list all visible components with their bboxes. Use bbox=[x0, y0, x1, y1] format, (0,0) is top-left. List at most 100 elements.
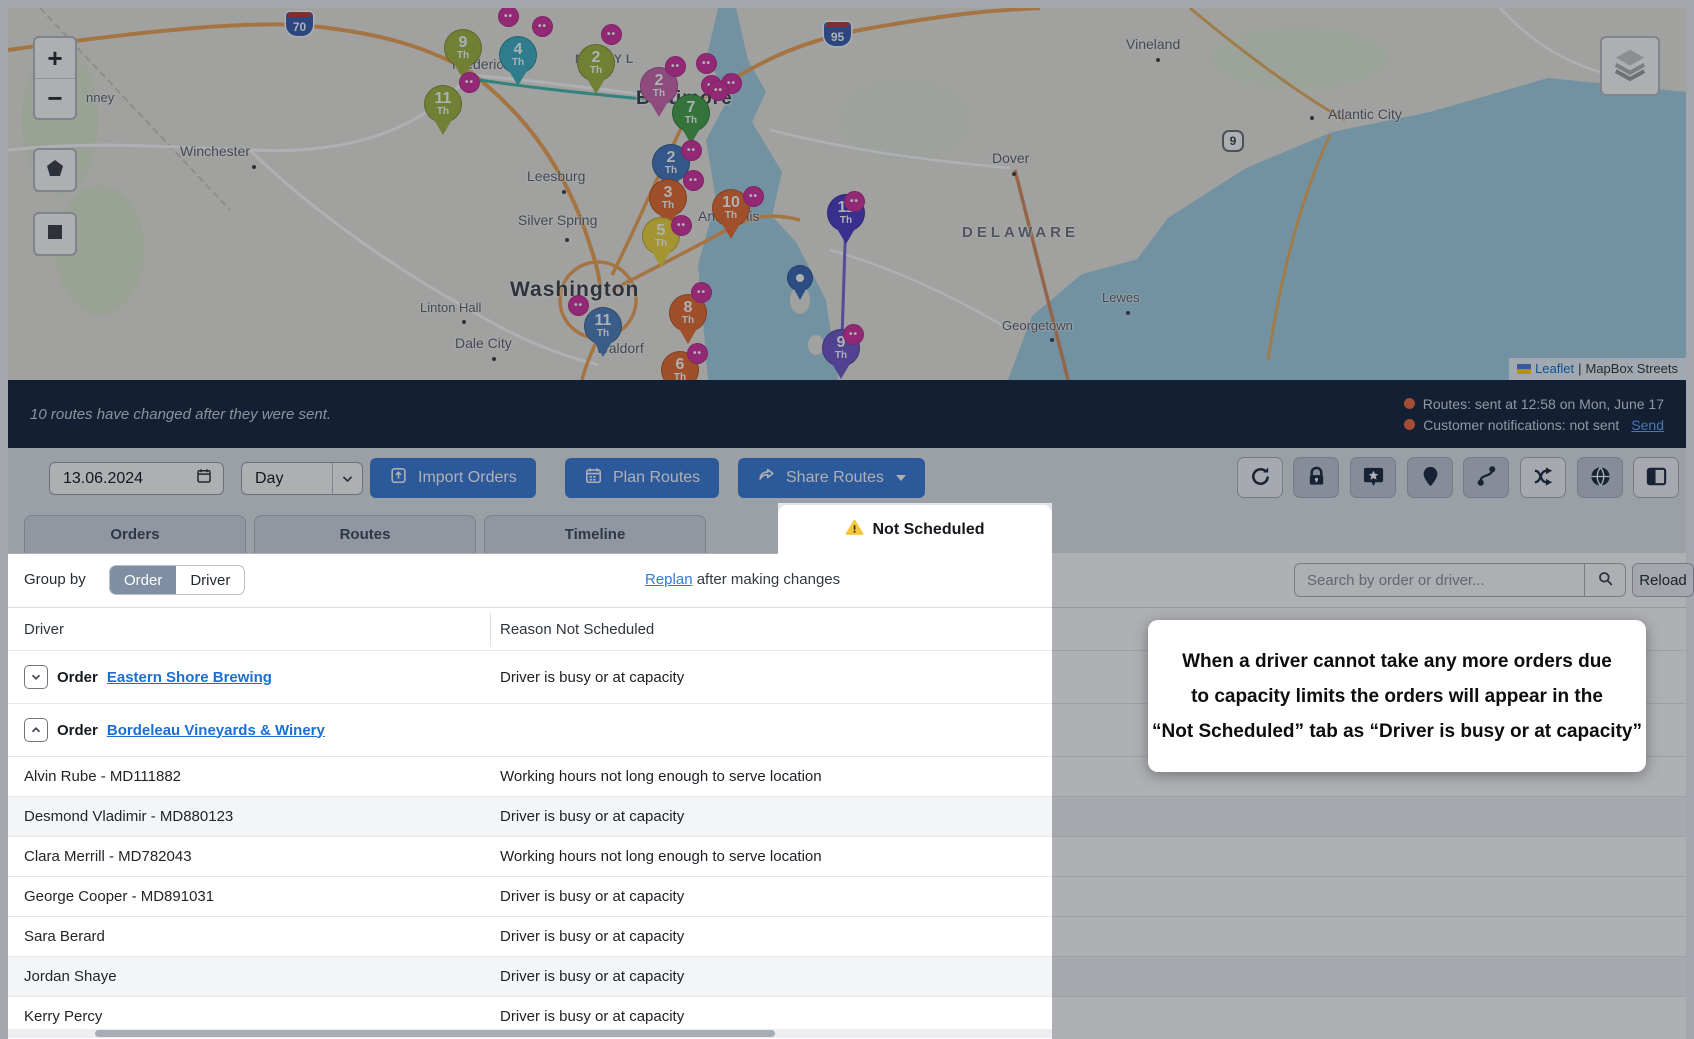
cluster-badge-icon[interactable]: •• bbox=[532, 16, 553, 37]
cluster-badge-icon[interactable]: •• bbox=[665, 56, 686, 77]
driver-name: Desmond Vladimir - MD880123 bbox=[24, 808, 233, 825]
tab-label: Not Scheduled bbox=[872, 521, 984, 539]
group-by-segmented-control[interactable]: Order Driver bbox=[109, 565, 245, 595]
globe-button[interactable] bbox=[1577, 457, 1623, 498]
side-panel-icon bbox=[1645, 465, 1668, 491]
feedback-star-button[interactable] bbox=[1350, 457, 1396, 498]
zoom-out-button[interactable]: − bbox=[35, 78, 75, 118]
import-orders-button[interactable]: Import Orders bbox=[370, 458, 536, 498]
location-pin-icon bbox=[1419, 465, 1442, 491]
tab-routes[interactable]: Routes bbox=[254, 515, 476, 553]
search-input[interactable] bbox=[1294, 563, 1584, 597]
map-canvas[interactable]: nneyWinchesterFrederickMARYLBaltimoreLee… bbox=[8, 8, 1686, 380]
map-marker-pin[interactable]: 4Th bbox=[499, 36, 537, 92]
route-stops-button[interactable] bbox=[1463, 457, 1509, 498]
refresh-button[interactable] bbox=[1237, 457, 1283, 498]
map-place-label: Atlantic City bbox=[1328, 106, 1402, 122]
calendar-icon bbox=[195, 467, 213, 490]
cluster-badge-icon[interactable]: •• bbox=[671, 215, 692, 236]
map-place-label: Leesburg bbox=[527, 168, 585, 184]
map-town-dot bbox=[1310, 116, 1314, 120]
zoom-in-button[interactable]: + bbox=[35, 38, 75, 78]
order-prefix-label: Order bbox=[57, 669, 98, 686]
cluster-badge-icon[interactable]: •• bbox=[696, 53, 717, 74]
cluster-badge-icon[interactable]: •• bbox=[687, 343, 708, 364]
order-link[interactable]: Bordeleau Vineyards & Winery bbox=[107, 722, 325, 739]
driver-row[interactable]: Clara Merrill - MD782043Working hours no… bbox=[8, 836, 1686, 876]
collapse-button[interactable] bbox=[24, 718, 48, 742]
cluster-badge-icon[interactable]: •• bbox=[683, 170, 704, 191]
horizontal-scrollbar-thumb[interactable] bbox=[95, 1030, 775, 1037]
reason-text: Driver is busy or at capacity bbox=[500, 888, 684, 905]
cluster-badge-icon[interactable]: •• bbox=[681, 140, 702, 161]
map-place-label: Georgetown bbox=[1002, 318, 1073, 333]
location-pin-button[interactable] bbox=[1407, 457, 1453, 498]
tab-orders[interactable]: Orders bbox=[24, 515, 246, 553]
side-panel-button[interactable] bbox=[1633, 457, 1679, 498]
cluster-badge-icon[interactable]: •• bbox=[568, 295, 589, 316]
highway-shield: 70 bbox=[286, 12, 313, 36]
map-place-label: Silver Spring bbox=[518, 212, 597, 228]
reason-text: Driver is busy or at capacity bbox=[500, 669, 684, 686]
route-branch-icon bbox=[1532, 465, 1555, 491]
map-place-label: Dover bbox=[992, 150, 1029, 166]
rectangle-select-button[interactable] bbox=[33, 212, 77, 256]
lock-button[interactable] bbox=[1293, 457, 1339, 498]
driver-row[interactable]: Desmond Vladimir - MD880123Driver is bus… bbox=[8, 796, 1686, 836]
map-depot-pin[interactable] bbox=[787, 265, 813, 305]
share-routes-button[interactable]: Share Routes bbox=[738, 458, 925, 498]
order-prefix-label: Order bbox=[57, 722, 98, 739]
order-link[interactable]: Eastern Shore Brewing bbox=[107, 669, 272, 686]
notification-bar: 10 routes have changed after they were s… bbox=[8, 380, 1686, 448]
leaflet-flag-icon bbox=[1517, 364, 1531, 374]
cluster-badge-icon[interactable]: •• bbox=[844, 191, 865, 212]
status-dot-icon bbox=[1404, 419, 1415, 430]
cluster-badge-icon[interactable]: •• bbox=[459, 72, 480, 93]
date-value: 13.06.2024 bbox=[63, 470, 143, 488]
map-marker-pin[interactable]: 2Th bbox=[577, 44, 615, 100]
period-select[interactable]: Day bbox=[241, 462, 363, 495]
status-dot-icon bbox=[1404, 398, 1415, 409]
driver-name: Clara Merrill - MD782043 bbox=[24, 848, 192, 865]
map-town-dot bbox=[1050, 338, 1054, 342]
square-icon bbox=[47, 224, 63, 245]
layers-icon bbox=[1611, 45, 1649, 88]
route-branch-button[interactable] bbox=[1520, 457, 1566, 498]
search-button[interactable] bbox=[1584, 563, 1626, 597]
map-place-label: DELAWARE bbox=[962, 224, 1079, 241]
map-marker-pin[interactable]: 11Th bbox=[584, 307, 622, 363]
replan-link[interactable]: Replan bbox=[645, 571, 693, 588]
group-by-driver-option[interactable]: Driver bbox=[176, 566, 244, 594]
map-layers-button[interactable] bbox=[1600, 36, 1660, 96]
globe-icon bbox=[1589, 465, 1612, 491]
driver-row[interactable]: Sara BerardDriver is busy or at capacity bbox=[8, 916, 1686, 956]
reload-button[interactable]: Reload bbox=[1632, 563, 1694, 597]
driver-row[interactable]: George Cooper - MD891031 Driver is busy o… bbox=[8, 876, 1686, 916]
driver-row[interactable]: Jordan ShayeDriver is busy or at capacit… bbox=[8, 956, 1686, 996]
routes-sent-status: Routes: sent at 12:58 on Mon, June 17 bbox=[1404, 396, 1664, 412]
cluster-badge-icon[interactable]: •• bbox=[691, 282, 712, 303]
plan-routes-button[interactable]: Plan Routes bbox=[565, 458, 719, 498]
expand-button[interactable] bbox=[24, 665, 48, 689]
cluster-badge-icon[interactable]: •• bbox=[743, 186, 764, 207]
map-marker-pin[interactable]: 11Th bbox=[424, 85, 462, 141]
chevron-down-icon bbox=[332, 463, 362, 494]
tab-timeline[interactable]: Timeline bbox=[484, 515, 706, 553]
cluster-badge-icon[interactable]: •• bbox=[601, 24, 622, 45]
send-link[interactable]: Send bbox=[1631, 417, 1664, 433]
polygon-select-button[interactable] bbox=[33, 148, 77, 192]
leaflet-link[interactable]: Leaflet bbox=[1535, 361, 1574, 376]
column-reason: Reason Not Scheduled bbox=[500, 621, 654, 638]
map-attribution: Leaflet | MapBox Streets bbox=[1509, 358, 1686, 380]
tooltip-line: “Not Scheduled” tab as “Driver is busy o… bbox=[1152, 714, 1642, 749]
date-picker[interactable]: 13.06.2024 bbox=[49, 462, 224, 495]
reason-text: Driver is busy or at capacity bbox=[500, 1008, 684, 1025]
cluster-badge-icon[interactable]: •• bbox=[843, 324, 864, 345]
tab-not-scheduled[interactable]: Not Scheduled bbox=[778, 505, 1052, 554]
cluster-badge-icon[interactable]: •• bbox=[708, 80, 729, 101]
driver-name: George Cooper - MD891031 bbox=[24, 888, 214, 905]
map-place-label: Dale City bbox=[455, 335, 512, 351]
map-zoom-control[interactable]: + − bbox=[33, 36, 77, 120]
group-by-order-option[interactable]: Order bbox=[110, 566, 176, 594]
driver-name: Kerry Percy bbox=[24, 1008, 102, 1025]
